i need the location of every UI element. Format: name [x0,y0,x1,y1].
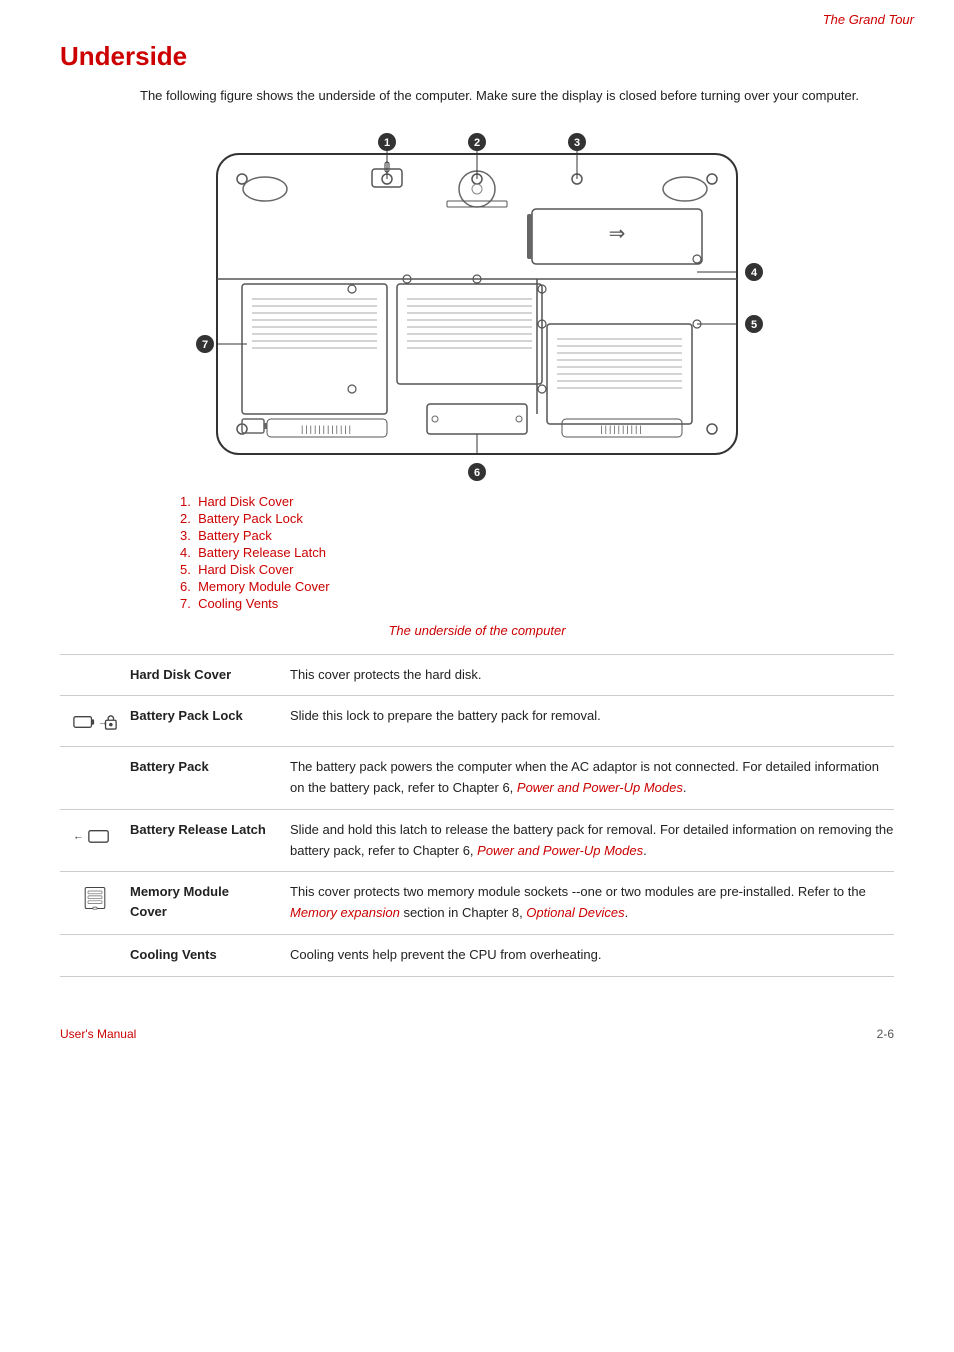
diagram-caption: The underside of the computer [60,623,894,638]
desc-hard-disk: This cover protects the hard disk. [290,665,894,686]
table-row: Memory ModuleCover This cover protects t… [60,872,894,935]
laptop-diagram: 1 2 3 4 5 6 [187,124,767,484]
icon-col-battery-lock: → [60,706,130,736]
svg-text:7: 7 [202,339,208,351]
list-item: 5. Hard Disk Cover [180,562,894,577]
battery-latch-icon: ← [73,822,117,850]
footer-page-number: 2-6 [877,1027,894,1041]
svg-text:⇒: ⇒ [609,223,626,245]
svg-text:||||||||||: |||||||||| [600,424,643,434]
list-item: 3. Battery Pack [180,528,894,543]
svg-text:6: 6 [474,467,480,479]
page-footer: User's Manual 2-6 [0,1017,954,1051]
svg-text:1: 1 [384,137,390,149]
list-item: 4. Battery Release Latch [180,545,894,560]
component-table: Hard Disk Cover This cover protects the … [60,654,894,977]
numbered-list: 1. Hard Disk Cover 2. Battery Pack Lock … [180,494,894,611]
term-memory: Memory ModuleCover [130,882,290,921]
desc-cooling: Cooling vents help prevent the CPU from … [290,945,894,966]
desc-battery-latch: Slide and hold this latch to release the… [290,820,894,862]
svg-text:←: ← [73,830,84,842]
icon-col-battery-latch: ← [60,820,130,850]
header-title: The Grand Tour [823,12,914,27]
table-row: Hard Disk Cover This cover protects the … [60,655,894,697]
term-hard-disk: Hard Disk Cover [130,665,290,685]
battery-latch-link[interactable]: Power and Power-Up Modes [477,843,643,858]
svg-text:||||||||||||: |||||||||||| [301,424,353,434]
term-cooling: Cooling Vents [130,945,290,965]
icon-col-hard-disk [60,665,130,667]
diagram-area: 1 2 3 4 5 6 [60,124,894,484]
memory-link2[interactable]: Optional Devices [526,905,624,920]
intro-text: The following figure shows the underside… [140,86,894,106]
icon-col-battery-pack [60,757,130,759]
memory-link1[interactable]: Memory expansion [290,905,400,920]
battery-pack-link[interactable]: Power and Power-Up Modes [517,780,683,795]
battery-lock-icon: → [73,708,117,736]
memory-icon [73,884,117,912]
list-item: 1. Hard Disk Cover [180,494,894,509]
list-item: 6. Memory Module Cover [180,579,894,594]
table-row: Battery Pack The battery pack powers the… [60,747,894,810]
term-battery-pack: Battery Pack [130,757,290,777]
term-battery-latch: Battery Release Latch [130,820,290,840]
page-header: The Grand Tour [0,0,954,31]
desc-battery-pack: The battery pack powers the computer whe… [290,757,894,799]
desc-battery-lock: Slide this lock to prepare the battery p… [290,706,894,727]
table-row: Cooling Vents Cooling vents help prevent… [60,935,894,977]
icon-col-memory [60,882,130,912]
svg-text:5: 5 [751,319,757,331]
diagram-svg: 1 2 3 4 5 6 [187,124,767,484]
list-item: 2. Battery Pack Lock [180,511,894,526]
svg-text:4: 4 [751,267,758,279]
list-item: 7. Cooling Vents [180,596,894,611]
table-row: → Battery Pack Lock Slide this lock to p… [60,696,894,747]
svg-text:2: 2 [474,137,480,149]
desc-memory: This cover protects two memory module so… [290,882,894,924]
footer-manual-label: User's Manual [60,1027,136,1041]
term-battery-lock: Battery Pack Lock [130,706,290,726]
main-content: Underside The following figure shows the… [0,31,954,997]
svg-text:→: → [98,717,109,729]
section-title: Underside [60,41,894,72]
svg-text:3: 3 [574,137,580,149]
table-row: ← Battery Release Latch Slide and hold t… [60,810,894,873]
icon-col-cooling [60,945,130,947]
